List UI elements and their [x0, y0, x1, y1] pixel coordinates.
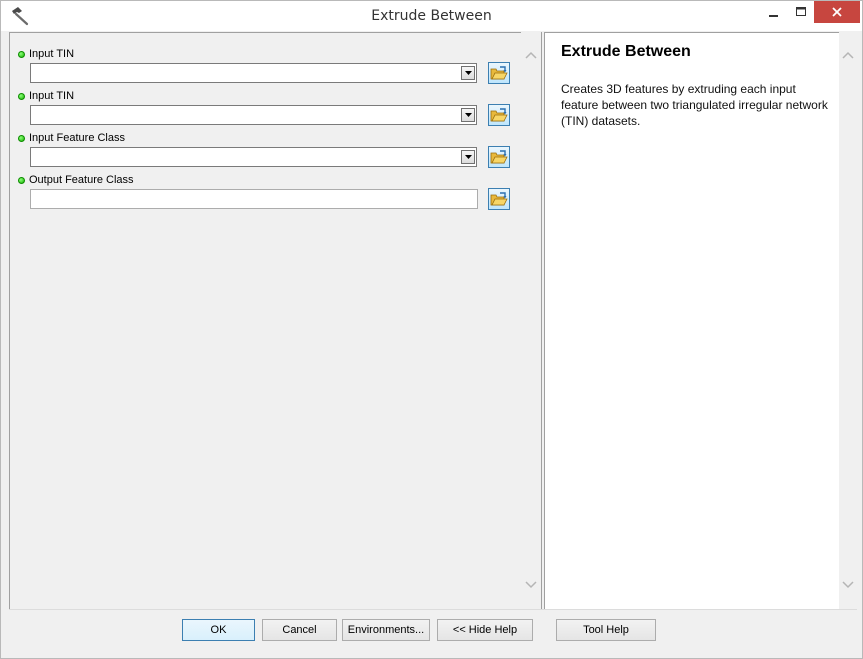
output-feature-class-input[interactable]	[30, 189, 478, 209]
browse-button-input-tin-1[interactable]	[488, 62, 510, 84]
input-feature-class-combo[interactable]	[30, 147, 477, 167]
dropdown-button[interactable]	[461, 66, 475, 80]
param-label-text: Input TIN	[29, 90, 75, 102]
scroll-down-icon[interactable]	[842, 580, 854, 590]
browse-button-output-feature-class[interactable]	[488, 188, 510, 210]
input-tin-2-combo[interactable]	[30, 105, 477, 125]
title-bar[interactable]: Extrude Between	[1, 1, 862, 31]
chevron-down-icon	[464, 71, 472, 75]
param-label-input-tin-2: Input TIN	[18, 89, 74, 103]
tool-help-button[interactable]: Tool Help	[556, 619, 656, 641]
open-folder-icon	[490, 150, 508, 164]
required-dot-icon	[18, 92, 25, 100]
close-icon	[832, 7, 842, 17]
browse-button-input-tin-2[interactable]	[488, 104, 510, 126]
open-folder-icon	[490, 66, 508, 80]
param-label-output-feature-class: Output Feature Class	[18, 173, 134, 187]
param-label-input-tin-1: Input TIN	[18, 47, 74, 61]
param-label-input-feature-class: Input Feature Class	[18, 131, 125, 145]
help-scrollbar[interactable]	[839, 32, 857, 609]
dropdown-button[interactable]	[461, 108, 475, 122]
chevron-down-icon	[464, 113, 472, 117]
dropdown-button[interactable]	[461, 150, 475, 164]
hide-help-button[interactable]: << Hide Help	[437, 619, 533, 641]
window-title: Extrude Between	[371, 8, 492, 24]
open-folder-icon	[490, 108, 508, 122]
param-label-text: Output Feature Class	[29, 174, 134, 186]
environments-button[interactable]: Environments...	[342, 619, 430, 641]
input-tin-1-combo[interactable]	[30, 63, 477, 83]
required-dot-icon	[18, 176, 25, 184]
scroll-up-icon[interactable]	[525, 50, 537, 60]
required-dot-icon	[18, 134, 25, 142]
param-label-text: Input TIN	[29, 48, 75, 60]
close-button[interactable]	[814, 1, 860, 23]
chevron-down-icon	[464, 155, 472, 159]
maximize-icon	[795, 7, 806, 16]
cancel-button[interactable]: Cancel	[262, 619, 337, 641]
maximize-button[interactable]	[787, 1, 815, 23]
ok-button[interactable]: OK	[182, 619, 255, 641]
scroll-up-icon[interactable]	[842, 50, 854, 60]
required-dot-icon	[18, 50, 25, 58]
open-folder-icon	[490, 192, 508, 206]
help-title: Extrude Between	[561, 43, 691, 60]
button-bar	[9, 609, 857, 653]
minimize-button[interactable]	[760, 1, 788, 23]
param-label-text: Input Feature Class	[29, 132, 125, 144]
minimize-icon	[769, 15, 778, 17]
help-description: Creates 3D features by extruding each in…	[561, 82, 828, 128]
dialog-window: Extrude Between Input TIN Input TIN Inpu…	[0, 0, 863, 659]
scroll-down-icon[interactable]	[525, 580, 537, 590]
browse-button-input-feature-class[interactable]	[488, 146, 510, 168]
parameters-scrollbar[interactable]	[521, 32, 541, 609]
